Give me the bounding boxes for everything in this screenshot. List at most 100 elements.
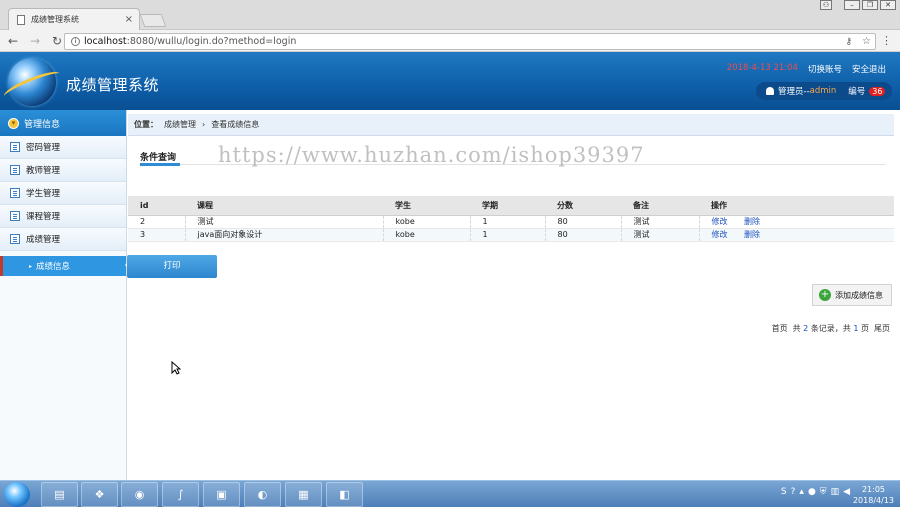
plus-icon: + [819, 289, 831, 301]
cell-term: 1 [470, 215, 546, 229]
user-profile-icon[interactable]: ⚇ [820, 0, 832, 10]
sidebar-item-students[interactable]: 学生管理 [0, 182, 126, 205]
restore-icon[interactable]: ❐ [862, 0, 878, 10]
tab-condition-query[interactable]: 条件查询 [140, 150, 176, 163]
list-icon [10, 142, 20, 152]
info-icon[interactable]: i [71, 37, 80, 46]
list-icon [10, 211, 20, 221]
sidebar-item-label: 教师管理 [26, 166, 61, 176]
address-bar-row: ← → ↻ i localhost:8080/wullu/login.do?me… [0, 30, 900, 52]
sidebar-item-label: 学生管理 [26, 189, 61, 199]
sidebar-subitem-label: 成绩信息 [36, 262, 71, 272]
url-input[interactable]: i localhost:8080/wullu/login.do?method=l… [64, 33, 876, 50]
app-header: 成绩管理系统 2018-4-13 21:04 切换账号 安全退出 管理员-- a… [0, 52, 900, 110]
cell-score: 80 [545, 228, 622, 242]
page-icon [17, 14, 25, 25]
watermark-text: https://www.huzhan.com/ishop39397 [218, 143, 645, 167]
col-header-course: 课程 [185, 196, 383, 216]
first-page-link[interactable]: 首页 [772, 323, 788, 334]
browser-menu-icon[interactable]: ⋮ [881, 34, 892, 47]
help-icon[interactable]: ? [791, 487, 796, 497]
id-badge: 36 [869, 86, 886, 96]
image-viewer-icon[interactable]: ▦ [285, 482, 322, 507]
chrome-icon[interactable]: ◉ [121, 482, 158, 507]
sidebar-item-courses[interactable]: 课程管理 [0, 205, 126, 228]
key-icon[interactable]: ⚷ [845, 37, 852, 47]
breadcrumb-item[interactable]: 成绩管理 [164, 119, 196, 130]
pager-total: 共 2 条记录，共 1 页 [792, 324, 869, 333]
col-header-actions: 操作 [699, 196, 894, 216]
folder-app-icon[interactable]: ◐ [244, 482, 281, 507]
cell-term: 1 [470, 228, 546, 242]
current-datetime: 2018-4-13 21:04 [726, 63, 798, 73]
col-header-note: 备注 [621, 196, 699, 216]
cell-student: kobe [383, 228, 471, 242]
qq-icon[interactable]: ● [808, 487, 816, 497]
mouse-cursor-icon [171, 361, 181, 375]
edit-link[interactable]: 修改 [712, 230, 728, 239]
delete-link[interactable]: 删除 [744, 230, 760, 239]
file-explorer-icon[interactable]: ▤ [41, 482, 78, 507]
browser-tab[interactable]: 成绩管理系统 × [8, 8, 140, 30]
back-icon[interactable]: ← [4, 34, 22, 48]
grades-table: id 课程 学生 学期 分数 备注 操作 2 测试 kobe 1 80 测试 修… [128, 196, 894, 242]
tab-active-indicator [140, 163, 180, 166]
sidebar-item-label: 密码管理 [26, 143, 61, 153]
url-text: localhost:8080/wullu/login.do?method=log… [84, 36, 297, 47]
app-launcher-icon[interactable]: ❖ [81, 482, 118, 507]
system-clock[interactable]: 21:05 2018/4/13 [853, 484, 894, 506]
terminal-icon[interactable]: ▣ [203, 482, 240, 507]
sidebar-subitem-grade-info[interactable]: ▸ 成绩信息 [0, 256, 130, 276]
sidebar-item-password[interactable]: 密码管理 [0, 136, 126, 159]
system-tray: S ? ▴ ● ⛨ ▥ ◀ [781, 487, 850, 497]
list-icon [10, 234, 20, 244]
sidebar-item-label: 成绩管理 [26, 235, 61, 245]
forward-icon[interactable]: → [26, 34, 44, 48]
close-tab-icon[interactable]: × [125, 14, 133, 25]
network-icon[interactable]: ▥ [831, 487, 840, 497]
breadcrumb: 位置： 成绩管理 › 查看成绩信息 [128, 114, 894, 136]
switch-account-link[interactable]: 切换账号 [808, 63, 842, 75]
list-icon [10, 165, 20, 175]
sidebar-item-grades[interactable]: 成绩管理 [0, 228, 126, 251]
col-header-term: 学期 [470, 196, 545, 216]
delete-link[interactable]: 删除 [744, 217, 760, 226]
system-title: 成绩管理系统 [66, 76, 160, 94]
cell-id: 3 [128, 228, 186, 242]
user-icon [766, 87, 774, 95]
close-window-icon[interactable]: ✕ [880, 0, 896, 10]
start-menu-icon[interactable] [4, 482, 30, 507]
cell-student: kobe [383, 215, 471, 229]
bookmark-star-icon[interactable]: ☆ [862, 36, 871, 47]
new-tab-button[interactable] [139, 14, 167, 27]
minimize-icon[interactable]: – [844, 0, 860, 10]
volume-icon[interactable]: ◀ [843, 487, 850, 497]
id-label: 编号 [848, 87, 866, 97]
table-row: 3 java面向对象设计 kobe 1 80 测试 修改 删除 [128, 228, 894, 242]
sidebar-title: 管理信息 [24, 119, 61, 130]
last-page-link[interactable]: 尾页 [874, 323, 890, 334]
menu-header-icon: ▾ [8, 117, 19, 129]
sidebar-item-label: 课程管理 [26, 212, 61, 222]
clock-time: 21:05 [861, 485, 886, 494]
table-header-row: id 课程 学生 学期 分数 备注 操作 [128, 196, 894, 216]
add-grade-label: 添加成绩信息 [835, 290, 883, 300]
sidebar: ▾ 管理信息 密码管理 教师管理 学生管理 课程管理 成绩管理 ▸ 成绩信息 [0, 110, 130, 480]
tab-title: 成绩管理系统 [31, 15, 79, 24]
breadcrumb-separator: › [202, 120, 206, 129]
cell-course: 测试 [185, 215, 384, 229]
edit-link[interactable]: 修改 [712, 217, 728, 226]
add-grade-button[interactable]: + 添加成绩信息 [812, 284, 892, 306]
eclipse-icon[interactable]: ∫ [162, 482, 199, 507]
cell-note: 测试 [621, 228, 700, 242]
sidebar-item-teachers[interactable]: 教师管理 [0, 159, 126, 182]
list-icon [10, 188, 20, 198]
print-button[interactable]: 打印 [127, 255, 217, 278]
antivirus-icon[interactable]: S [781, 487, 787, 497]
sidebar-header[interactable]: ▾ 管理信息 [0, 110, 126, 136]
shield-icon[interactable]: ⛨ [820, 487, 827, 497]
tray-expand-icon[interactable]: ▴ [799, 487, 804, 497]
window-app-icon[interactable]: ◧ [326, 482, 363, 507]
logout-link[interactable]: 安全退出 [852, 63, 886, 75]
browser-tabstrip: 成绩管理系统 × ⚇ – ❐ ✕ [0, 0, 900, 30]
